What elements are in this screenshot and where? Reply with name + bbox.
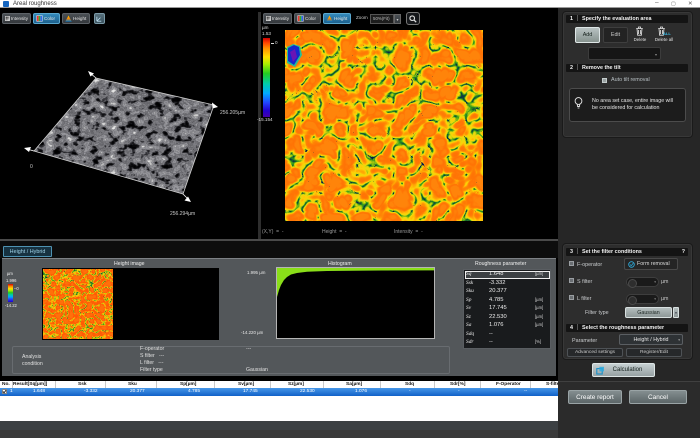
svg-text:256.205µm: 256.205µm — [220, 110, 245, 116]
svg-text:256.294µm: 256.294µm — [170, 211, 195, 217]
svg-text:0: 0 — [30, 164, 33, 170]
